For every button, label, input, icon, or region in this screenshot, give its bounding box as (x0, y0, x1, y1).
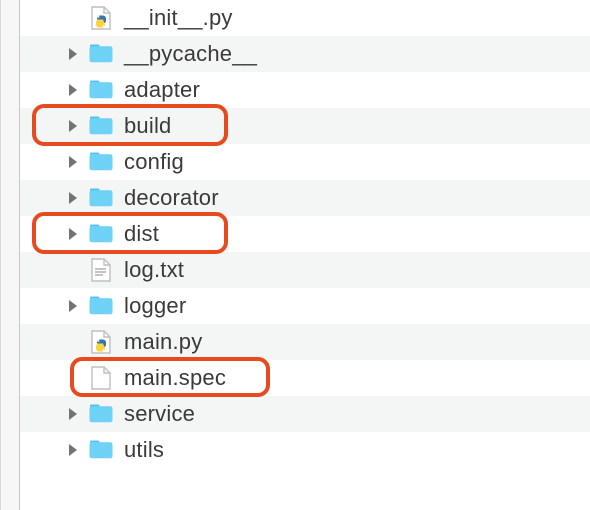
folder-icon (86, 41, 116, 67)
disclosure-triangle-icon[interactable] (60, 221, 86, 247)
tree-item-label: service (124, 403, 195, 425)
tree-row[interactable]: decorator (20, 180, 590, 216)
tree-item-label: utils (124, 439, 164, 461)
folder-icon (86, 113, 116, 139)
tree-item-label: adapter (124, 79, 200, 101)
disclosure-triangle-icon[interactable] (60, 293, 86, 319)
tree-row[interactable]: service (20, 396, 590, 432)
disclosure-triangle-icon[interactable] (60, 149, 86, 175)
file-tree-pane: __init__.py __pycache__adapter build config… (0, 0, 590, 510)
tree-item-label: main.spec (124, 367, 226, 389)
tree-item-label: build (124, 115, 171, 137)
disclosure-triangle-icon[interactable] (60, 185, 86, 211)
tree-item-label: decorator (124, 187, 219, 209)
gutter (0, 0, 20, 510)
tree-row[interactable]: logger (20, 288, 590, 324)
folder-icon (86, 77, 116, 103)
tree-item-label: logger (124, 295, 186, 317)
tree-row[interactable]: dist (20, 216, 590, 252)
folder-icon (86, 149, 116, 175)
tree-row[interactable]: utils (20, 432, 590, 468)
disclosure-triangle-icon[interactable] (60, 113, 86, 139)
folder-icon (86, 401, 116, 427)
text-file-icon (86, 257, 116, 283)
folder-icon (86, 185, 116, 211)
tree-row[interactable]: main.spec (20, 360, 590, 396)
tree-row[interactable]: config (20, 144, 590, 180)
folder-icon (86, 293, 116, 319)
tree-item-label: config (124, 151, 184, 173)
python-file-icon (86, 329, 116, 355)
disclosure-triangle-icon[interactable] (60, 401, 86, 427)
tree-item-label: __pycache__ (124, 43, 257, 65)
tree-item-label: __init__.py (124, 7, 233, 29)
tree-row[interactable]: main.py (20, 324, 590, 360)
tree-row[interactable]: build (20, 108, 590, 144)
file-tree[interactable]: __init__.py __pycache__adapter build config… (20, 0, 590, 510)
python-file-icon (86, 5, 116, 31)
disclosure-triangle-icon[interactable] (60, 437, 86, 463)
file-icon (86, 365, 116, 391)
tree-row[interactable]: __pycache__ (20, 36, 590, 72)
tree-item-label: dist (124, 223, 159, 245)
tree-row[interactable]: log.txt (20, 252, 590, 288)
tree-item-label: main.py (124, 331, 202, 353)
tree-row[interactable]: __init__.py (20, 0, 590, 36)
disclosure-triangle-icon[interactable] (60, 77, 86, 103)
folder-icon (86, 221, 116, 247)
tree-item-label: log.txt (124, 259, 184, 281)
tree-row[interactable]: adapter (20, 72, 590, 108)
folder-icon (86, 437, 116, 463)
disclosure-triangle-icon[interactable] (60, 41, 86, 67)
